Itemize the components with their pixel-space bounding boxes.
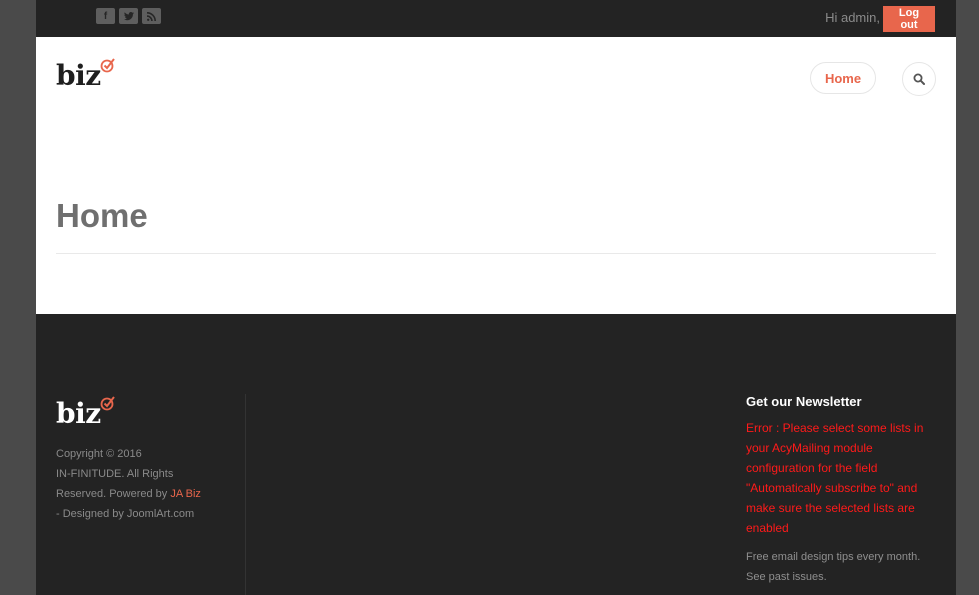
footer-logo-text: biz — [56, 397, 101, 430]
logout-button[interactable]: Log out — [883, 6, 935, 32]
footer-separator — [245, 394, 246, 595]
main-section: biz Home Home — [36, 37, 956, 314]
check-circle-icon — [100, 58, 115, 73]
page-title: Home — [56, 197, 148, 234]
greeting-text: Hi admin, — [825, 10, 880, 25]
copyright-line: Copyright © 2016 — [56, 448, 142, 460]
newsletter-error: Error : Please select some lists in your… — [746, 421, 924, 535]
title-divider — [56, 253, 936, 254]
copyright-line: IN-FINITUDE. All Rights — [56, 468, 174, 480]
check-circle-icon — [100, 396, 115, 411]
newsletter-title: Get our Newsletter — [746, 394, 862, 409]
logo-text: biz — [56, 59, 101, 92]
search-button[interactable] — [902, 62, 936, 96]
top-bar: f Hi admin, Log out — [36, 0, 956, 37]
twitter-icon[interactable] — [119, 8, 138, 24]
footer-logo[interactable]: biz — [56, 396, 115, 430]
site-logo[interactable]: biz — [56, 58, 115, 92]
copyright-text: Copyright © 2016 IN-FINITUDE. All Rights… — [56, 444, 216, 524]
footer: biz Copyright © 2016 IN-FINITUDE. All Ri… — [36, 314, 956, 595]
newsletter-description: Free email design tips every month. See … — [746, 551, 921, 583]
copyright-line: Reserved. Powered by JA Biz — [56, 484, 216, 504]
nav-item-home[interactable]: Home — [810, 62, 876, 94]
facebook-icon[interactable]: f — [96, 8, 115, 24]
search-icon — [913, 73, 925, 85]
ja-biz-link[interactable]: JA Biz — [170, 488, 201, 500]
rss-icon[interactable] — [142, 8, 161, 24]
social-links: f — [96, 8, 161, 24]
page: f Hi admin, Log out biz Home Home biz Co… — [36, 0, 956, 595]
copyright-line: - Designed by JoomlArt.com — [56, 508, 195, 520]
copyright-powered: Reserved. Powered by — [56, 488, 171, 500]
